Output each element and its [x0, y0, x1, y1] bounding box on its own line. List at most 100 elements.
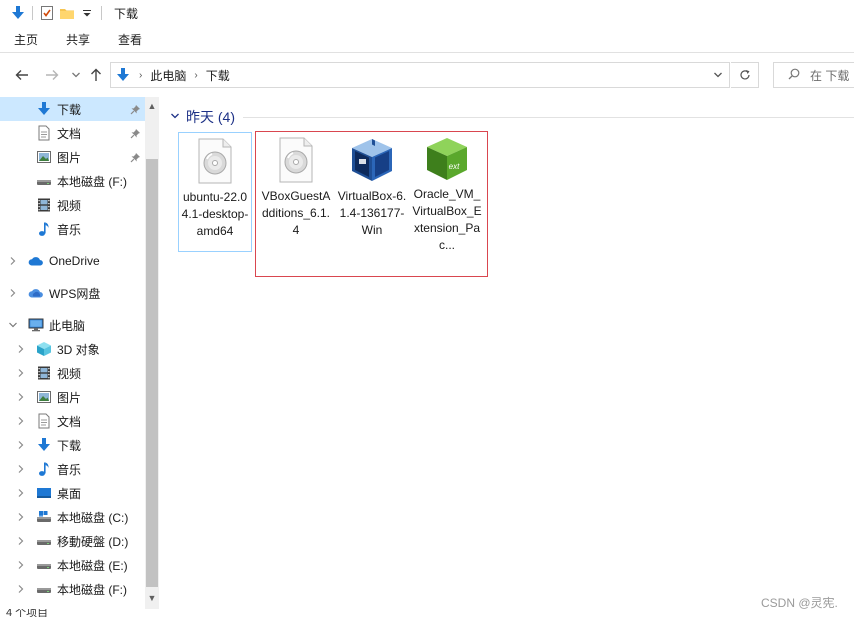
search-input[interactable]: 在 下载: [773, 62, 854, 88]
up-button[interactable]: [86, 65, 106, 85]
navigation-pane: 下载 文档 图片 本地磁盘 (F:) 视频 音乐 OneDrive WPS网盘 此电脑 3D 对象…: [0, 97, 160, 617]
expand-chevron-right-icon[interactable]: [16, 440, 26, 450]
watermark: CSDN @灵宪.: [761, 596, 838, 610]
this-pc-item[interactable]: 桌面: [0, 481, 145, 505]
drive-icon: [36, 533, 52, 549]
nav-item-label: 下载: [57, 438, 82, 453]
address-row: › 此电脑 › 下载 在 下载: [0, 53, 854, 97]
drive-icon: [36, 557, 52, 573]
nav-item-label: 音乐: [57, 222, 82, 237]
toolbar-separator: [101, 6, 102, 20]
customize-toolbar-dropdown[interactable]: [77, 3, 97, 23]
expand-chevron-down-icon[interactable]: [8, 321, 18, 329]
quick-access-item[interactable]: 视频: [0, 193, 145, 217]
nav-item-label: 视频: [57, 198, 82, 213]
3d-objects-icon: [36, 341, 52, 357]
this-pc-item[interactable]: 下载: [0, 433, 145, 457]
drive-icon: [36, 173, 52, 189]
expand-chevron-right-icon[interactable]: [16, 368, 26, 378]
breadcrumb-this-pc[interactable]: 此电脑: [150, 67, 186, 84]
expand-chevron-right-icon[interactable]: [16, 392, 26, 402]
properties-button[interactable]: [37, 3, 57, 23]
file-item[interactable]: VBoxGuestAdditions_6.1.4: [259, 132, 333, 252]
group-header[interactable]: 昨天 (4): [170, 107, 854, 127]
this-pc-item[interactable]: 本地磁盘 (C:): [0, 505, 145, 529]
expand-chevron-right-icon[interactable]: [16, 464, 26, 474]
nav-item-label: 移動硬盤 (D:): [57, 534, 129, 549]
chevron-right-icon[interactable]: ›: [194, 70, 197, 81]
file-item[interactable]: ubuntu-22.04.1-desktop-amd64: [178, 132, 252, 252]
expand-chevron-right-icon[interactable]: [8, 288, 18, 298]
nav-wps-drive[interactable]: WPS网盘: [0, 281, 145, 305]
tab-share[interactable]: 共享: [52, 26, 104, 52]
nav-item-label: 此电脑: [49, 318, 86, 333]
expand-chevron-right-icon[interactable]: [16, 560, 26, 570]
this-pc-item[interactable]: 图片: [0, 385, 145, 409]
expand-chevron-right-icon[interactable]: [16, 416, 26, 426]
wps-cloud-icon: [28, 285, 44, 301]
quick-access-item[interactable]: 音乐: [0, 217, 145, 241]
ribbon-tabs: 文件 主页 共享 查看: [0, 26, 854, 181]
back-button[interactable]: [12, 65, 32, 85]
nav-scrollbar[interactable]: ▲ ▼: [145, 97, 159, 609]
expand-chevron-right-icon[interactable]: [16, 584, 26, 594]
quick-access-item[interactable]: 下载: [0, 97, 145, 121]
expand-chevron-right-icon[interactable]: [8, 256, 18, 266]
expand-chevron-right-icon[interactable]: [16, 512, 26, 522]
this-pc-item[interactable]: 视频: [0, 361, 145, 385]
quick-access-item[interactable]: 图片: [0, 145, 145, 169]
nav-item-label: 文档: [57, 414, 82, 429]
file-item[interactable]: VirtualBox-6.1.4-136177-Win: [335, 132, 409, 252]
expand-chevron-right-icon[interactable]: [16, 536, 26, 546]
quick-access-item[interactable]: 本地磁盘 (F:): [0, 169, 145, 193]
this-pc-item[interactable]: 本地磁盘 (F:): [0, 577, 145, 601]
disc-image-icon: [191, 137, 239, 185]
scroll-thumb[interactable]: [146, 159, 158, 587]
scroll-down-icon[interactable]: ▼: [145, 591, 159, 605]
chevron-right-icon[interactable]: ›: [139, 70, 142, 81]
pin-icon: [129, 151, 141, 163]
expand-chevron-right-icon[interactable]: [16, 488, 26, 498]
address-bar[interactable]: › 此电脑 › 下载: [110, 62, 730, 88]
nav-item-label: 图片: [57, 150, 82, 165]
scroll-up-icon[interactable]: ▲: [145, 99, 159, 113]
address-history-dropdown[interactable]: [707, 63, 729, 87]
this-pc-item[interactable]: 文档: [0, 409, 145, 433]
download-arrow-icon: [36, 437, 52, 453]
quick-access-item[interactable]: 文档: [0, 121, 145, 145]
document-icon: [36, 413, 52, 429]
expand-chevron-right-icon[interactable]: [16, 344, 26, 354]
file-item[interactable]: ext Oracle_VM_VirtualBox_Extension_Pac...: [410, 132, 484, 252]
this-pc-item[interactable]: 音乐: [0, 457, 145, 481]
file-name: VirtualBox-6.1.4-136177-Win: [337, 189, 407, 237]
virtualbox-icon: [348, 136, 396, 184]
nav-item-label: 本地磁盘 (F:): [57, 582, 127, 597]
document-icon: [36, 125, 52, 141]
pin-icon: [129, 103, 141, 115]
tab-home[interactable]: 主页: [0, 26, 52, 52]
forward-button[interactable]: [42, 65, 62, 85]
music-icon: [36, 461, 52, 477]
nav-this-pc[interactable]: 此电脑: [0, 313, 145, 337]
chevron-down-icon[interactable]: [170, 112, 184, 123]
tab-view[interactable]: 查看: [104, 26, 156, 52]
nav-item-label: 本地磁盘 (F:): [57, 174, 127, 189]
search-icon: [788, 68, 800, 83]
pin-icon: [129, 127, 141, 139]
system-drive-icon: [36, 509, 52, 525]
onedrive-icon: [28, 253, 44, 269]
nav-item-label: WPS网盘: [49, 286, 101, 301]
this-pc-item[interactable]: 本地磁盘 (E:): [0, 553, 145, 577]
nav-item-label: 音乐: [57, 462, 82, 477]
music-icon: [36, 221, 52, 237]
this-pc-item[interactable]: 移動硬盤 (D:): [0, 529, 145, 553]
nav-onedrive[interactable]: OneDrive: [0, 249, 145, 273]
refresh-button[interactable]: [731, 62, 759, 88]
breadcrumb-downloads[interactable]: 下载: [206, 67, 230, 84]
this-pc-item[interactable]: 3D 对象: [0, 337, 145, 361]
disc-image-icon: [272, 136, 320, 184]
nav-item-label: 本地磁盘 (E:): [57, 558, 128, 573]
recent-locations-dropdown[interactable]: [66, 65, 86, 85]
new-folder-button[interactable]: [57, 3, 77, 23]
status-item-count: 4 个项目: [6, 609, 49, 617]
